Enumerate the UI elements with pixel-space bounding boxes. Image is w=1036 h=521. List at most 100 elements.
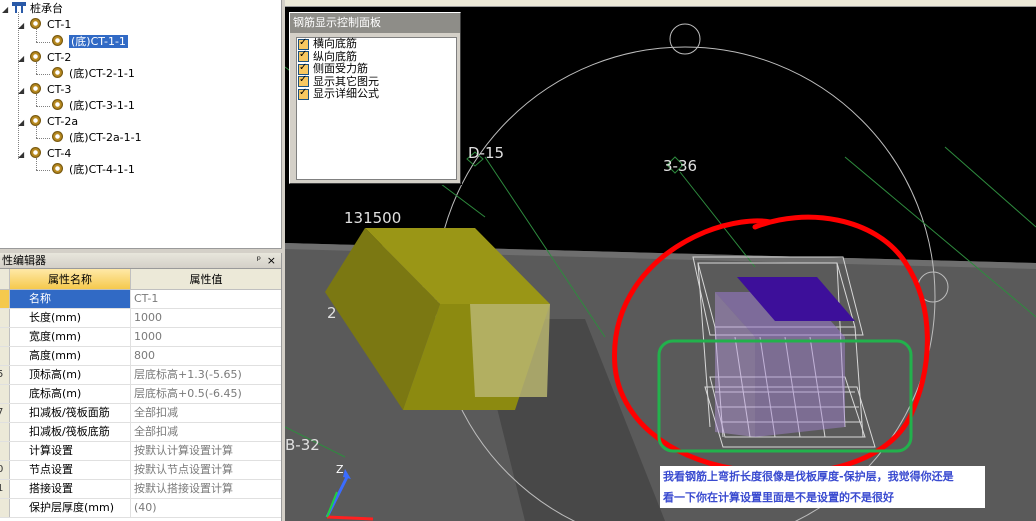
tree-guide — [36, 42, 50, 43]
property-name: 宽度(mm) — [10, 328, 131, 346]
tree-item-label: CT-2a — [47, 115, 79, 128]
tree-item-ct-1[interactable]: ◢ CT-1 — [18, 17, 71, 33]
property-name: 长度(mm) — [10, 309, 131, 327]
dimension-label: 2 — [327, 304, 337, 322]
tree-item-label: (底)CT-4-1-1 — [69, 163, 135, 176]
collapse-icon[interactable]: ◢ — [18, 51, 30, 67]
property-name: 扣减板/筏板底筋 — [10, 423, 131, 441]
property-value[interactable]: 层底标高+0.5(-6.45) — [131, 385, 281, 403]
property-value[interactable]: 按默认节点设置计算 — [131, 461, 281, 479]
annotation-comment: 我看钢筋上弯折长度很像是伐板厚度-保护层，我觉得你还是 看一下你在计算设置里面是… — [660, 466, 985, 508]
property-table-body: 名称CT-1长度(mm)1000宽度(mm)1000高度(mm)8005顶标高(… — [0, 290, 281, 518]
row-index: 1 — [0, 480, 10, 498]
property-row[interactable]: 0节点设置按默认节点设置计算 — [0, 461, 281, 480]
tree-guide — [36, 138, 50, 139]
elevation-label: 131500 — [344, 209, 402, 227]
tree-item-label: (底)CT-2-1-1 — [69, 67, 135, 80]
tree-item-ct-3[interactable]: ◢ CT-3 — [18, 82, 71, 98]
property-value[interactable]: 800 — [131, 347, 281, 365]
property-table-header: 属性名称 属性值 — [0, 269, 281, 290]
property-row[interactable]: 计算设置 按默认计算设置计算 — [0, 442, 281, 461]
property-name: 搭接设置 — [10, 480, 131, 498]
checkbox-checked-icon[interactable] — [298, 74, 309, 88]
property-editor-titlebar: 性编辑器 ᵖ × — [0, 253, 281, 269]
tree-item-ct-4-1-1[interactable]: (底)CT-4-1-1 — [52, 162, 135, 178]
tree-item-label-selected: (底)CT-1-1 — [69, 35, 128, 48]
component-tree: ◢ 桩承台 ◢ CT-1 (底)CT-1-1 ◢ CT-2 (底)CT-2-1-1 ◢… — [0, 0, 282, 249]
orbit-handle-top — [669, 23, 701, 55]
property-value[interactable]: 全部扣减 — [131, 423, 281, 441]
checkbox-checked-icon[interactable] — [298, 87, 309, 100]
axis-line — [944, 146, 1036, 228]
property-value[interactable]: 1000 — [131, 328, 281, 346]
collapse-icon[interactable]: ◢ — [18, 18, 30, 34]
pin-icon[interactable]: ᵖ — [257, 253, 261, 269]
row-index: 7 — [0, 404, 10, 422]
pile-cap-icon — [12, 1, 26, 13]
property-value[interactable]: (40) — [131, 499, 281, 517]
collapse-icon[interactable]: ◢ — [18, 83, 30, 99]
column-header-name[interactable]: 属性名称 — [10, 269, 131, 289]
property-row[interactable]: 长度(mm) 1000 — [0, 309, 281, 328]
property-value[interactable]: 层底标高+1.3(-5.65) — [131, 366, 281, 384]
property-row[interactable]: 高度(mm) 800 — [0, 347, 281, 366]
property-value[interactable]: 按默认搭接设置计算 — [131, 480, 281, 498]
tree-item-ct-2[interactable]: ◢ CT-2 — [18, 50, 71, 66]
app-window: ◢ 桩承台 ◢ CT-1 (底)CT-1-1 ◢ CT-2 (底)CT-2-1-1 ◢… — [0, 0, 1036, 521]
gear-icon — [52, 35, 63, 46]
gear-icon — [30, 83, 41, 94]
collapse-icon[interactable]: ◢ — [18, 115, 30, 131]
option-checkbox-row[interactable]: 横向底筋 — [297, 37, 456, 51]
annotation-line-2: 看一下你在计算设置里面是不是设置的不是很好 — [663, 491, 894, 504]
pile-front — [755, 337, 845, 437]
row-index: 5 — [0, 366, 10, 384]
property-value[interactable]: CT-1 — [131, 290, 281, 308]
tree-item-ct-1-1[interactable]: (底)CT-1-1 — [52, 34, 128, 50]
property-name: 名称 — [10, 290, 131, 308]
tree-item-label: CT-2 — [47, 51, 72, 64]
row-index: 0 — [0, 461, 10, 479]
column-header-value[interactable]: 属性值 — [131, 269, 281, 289]
tree-item-ct-3-1-1[interactable]: (底)CT-3-1-1 — [52, 98, 135, 114]
property-value[interactable]: 1000 — [131, 309, 281, 327]
tree-root[interactable]: ◢ 桩承台 — [2, 1, 63, 17]
checkbox-checked-icon[interactable] — [298, 49, 309, 63]
axis-label-3-36: 3-36 — [663, 157, 698, 175]
gear-icon — [52, 99, 63, 110]
property-row[interactable]: 宽度(mm) 1000 — [0, 328, 281, 347]
property-row[interactable]: 5顶标高(m)层底标高+1.3(-5.65) — [0, 366, 281, 385]
tree-item-label: (底)CT-3-1-1 — [69, 99, 135, 112]
property-row[interactable]: 名称 CT-1 — [0, 290, 281, 309]
property-value[interactable]: 全部扣减 — [131, 404, 281, 422]
property-row[interactable]: 1搭接设置按默认搭接设置计算 — [0, 480, 281, 499]
collapse-icon[interactable]: ◢ — [2, 2, 12, 18]
property-name: 高度(mm) — [10, 347, 131, 365]
row-index-header — [0, 269, 10, 289]
collapse-icon[interactable]: ◢ — [18, 147, 30, 163]
cap-cutout — [470, 304, 550, 397]
option-checkbox-row[interactable]: 侧面受力筋 — [297, 62, 456, 76]
property-value[interactable]: 按默认计算设置计算 — [131, 442, 281, 460]
checkbox-checked-icon[interactable] — [298, 62, 309, 75]
property-name: 扣减板/筏板面筋 — [10, 404, 131, 422]
option-checkbox-row[interactable]: 显示详细公式 — [297, 87, 456, 101]
tree-guide — [36, 106, 50, 107]
control-panel-title[interactable]: 钢筋显示控制面板 — [290, 13, 460, 33]
toolbar-strip — [285, 0, 1036, 7]
property-name: 保护层厚度(mm) — [10, 499, 131, 517]
row-index — [0, 290, 10, 308]
axis-label-d15: D-15 — [468, 144, 505, 162]
tree-item-ct-2a[interactable]: ◢ CT-2a — [18, 114, 78, 130]
option-label: 显示详细公式 — [313, 87, 379, 101]
property-row[interactable]: 7扣减板/筏板面筋全部扣减 — [0, 404, 281, 423]
tree-item-ct-2a-1-1[interactable]: (底)CT-2a-1-1 — [52, 130, 142, 146]
tree-item-ct-4[interactable]: ◢ CT-4 — [18, 146, 71, 162]
close-icon[interactable]: × — [267, 253, 276, 269]
property-row[interactable]: 扣减板/筏板底筋 全部扣减 — [0, 423, 281, 442]
option-label: 横向底筋 — [313, 37, 357, 51]
property-row[interactable]: 底标高(m) 层底标高+0.5(-6.45) — [0, 385, 281, 404]
tree-item-ct-2-1-1[interactable]: (底)CT-2-1-1 — [52, 66, 135, 82]
checkbox-checked-icon[interactable] — [298, 37, 309, 50]
tree-guide — [36, 94, 37, 106]
property-row[interactable]: 保护层厚度(mm) (40) — [0, 499, 281, 518]
